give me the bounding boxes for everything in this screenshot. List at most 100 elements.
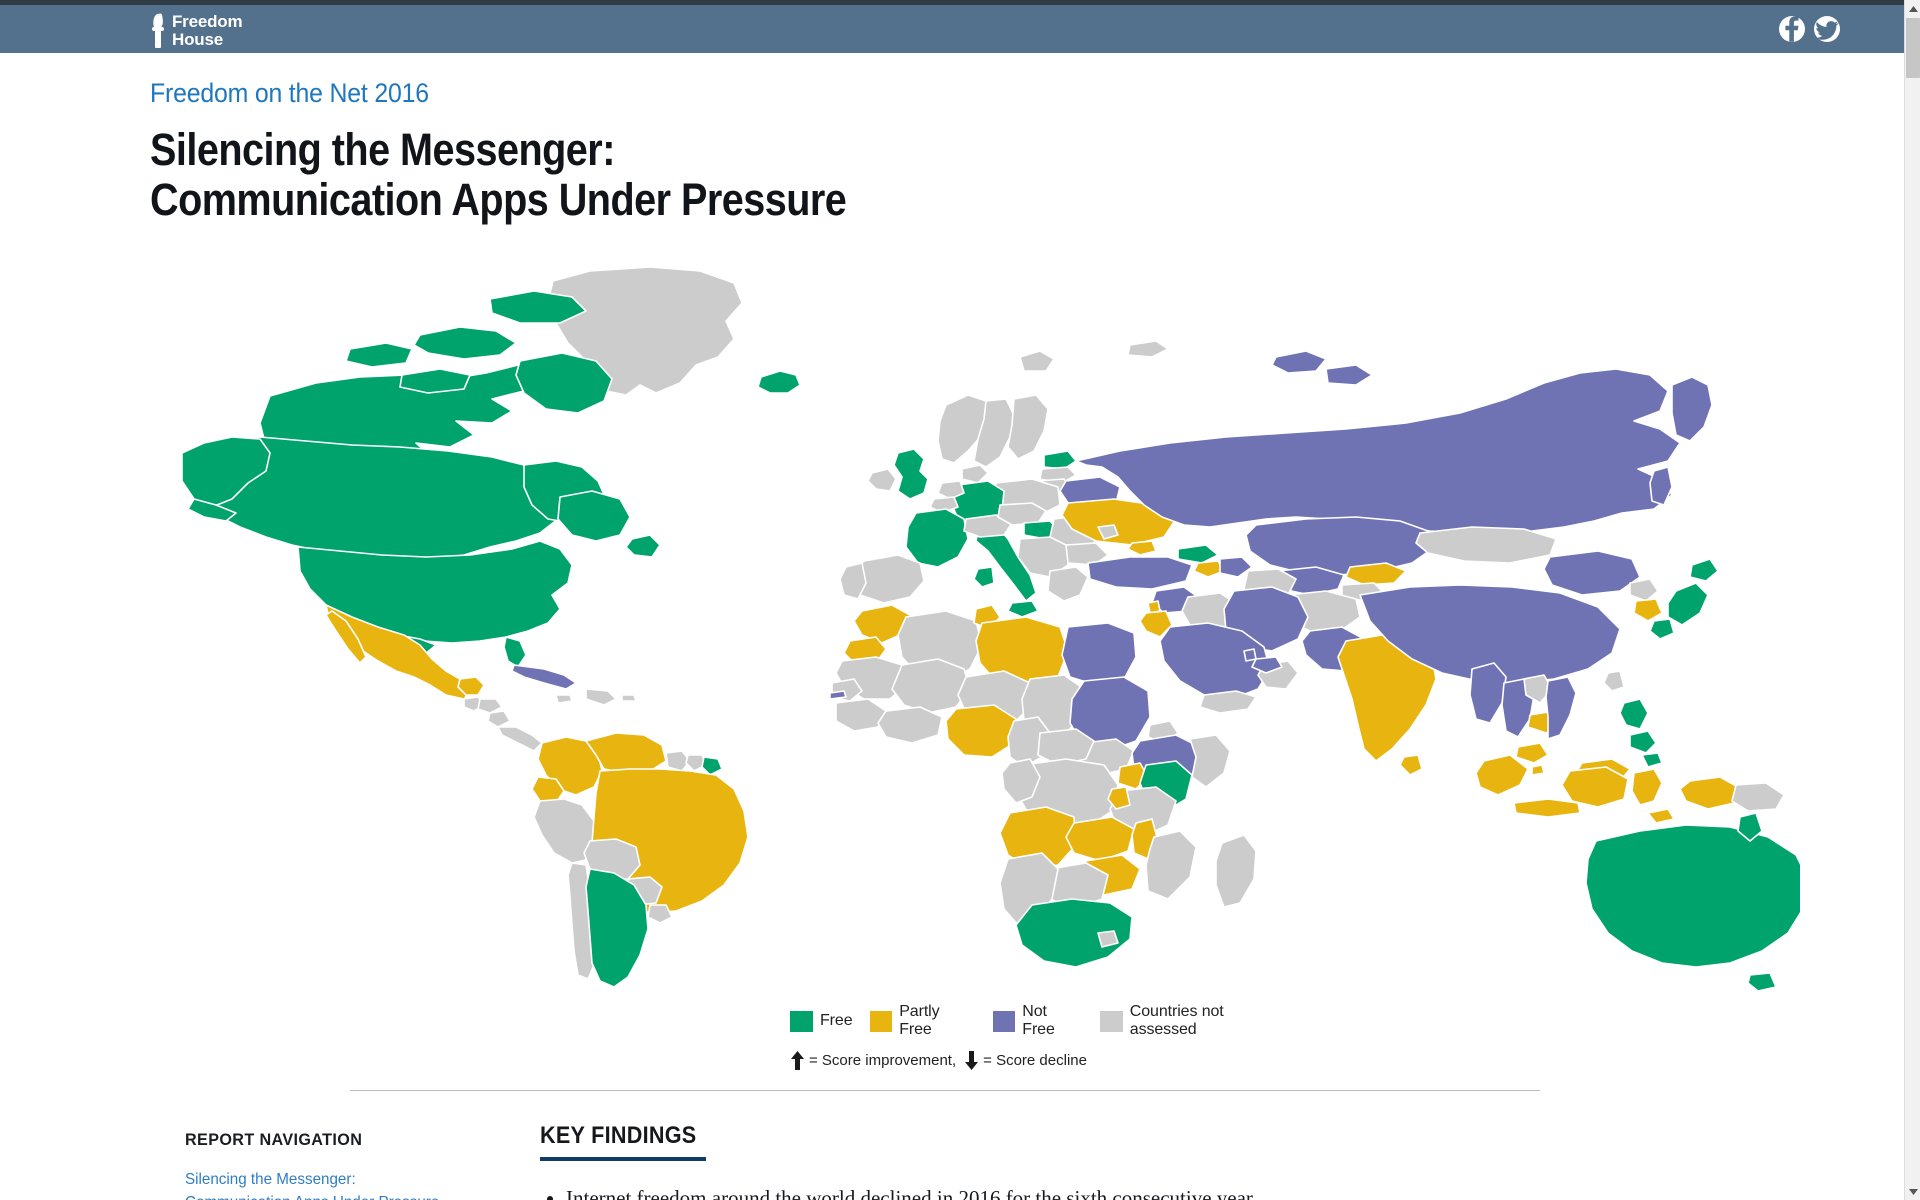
country-french-guiana (701, 756, 723, 776)
country-japan-kyushu (1649, 618, 1675, 640)
key-finding-item: Internet freedom around the world declin… (566, 1183, 1440, 1200)
country-russia-kamchatka (1671, 376, 1713, 442)
torch-icon (150, 13, 166, 48)
country-zambia (1065, 816, 1135, 862)
country-hispaniola (585, 688, 617, 706)
site-header: Freedom House (0, 5, 1904, 53)
legend-swatch-free (790, 1010, 813, 1032)
scrollbar-thumb[interactable] (1906, 18, 1920, 78)
country-taiwan (1603, 670, 1625, 692)
country-yemen (1199, 690, 1257, 714)
social-links (1779, 16, 1840, 42)
country-jamaica (555, 694, 573, 704)
us-florida (503, 636, 527, 668)
logo-line-2: House (172, 29, 223, 49)
country-singapore (1531, 764, 1545, 776)
legend-label-partly-free: Partly Free (899, 1003, 940, 1038)
country-philippines-2 (1629, 730, 1657, 754)
country-sicily (1007, 600, 1039, 618)
country-mongolia (1415, 526, 1557, 564)
country-indonesia-java (1513, 798, 1581, 818)
country-myanmar (1469, 662, 1507, 724)
country-gambia (829, 690, 847, 700)
country-timor (1647, 808, 1675, 824)
country-sardinia (973, 566, 995, 588)
report-navigation-heading: REPORT NAVIGATION (185, 1130, 363, 1149)
country-canada-arctic-2 (345, 342, 413, 368)
page-scrollbar[interactable] (1904, 0, 1920, 1200)
country-mali (891, 658, 971, 714)
legend-improvement-label: = Score improvement, (809, 1052, 957, 1069)
legend-label-not-assessed: Countries not assessed (1129, 1003, 1224, 1038)
page-root: Freedom House Freedom on the Net 2016 Si… (0, 0, 1920, 1200)
country-russia-svalbard (1019, 350, 1055, 372)
country-indonesia-papua (1679, 776, 1739, 810)
logo-text: Freedom House (172, 12, 243, 49)
country-turkey (1087, 556, 1193, 590)
country-philippines-3 (1641, 752, 1663, 768)
freedom-house-logo[interactable]: Freedom House (150, 12, 243, 49)
headline-line-1: Silencing the Messenger: (150, 124, 615, 175)
country-indonesia-borneo (1561, 766, 1629, 808)
country-puerto-rico (621, 694, 637, 702)
country-indonesia-sulawesi (1631, 768, 1663, 806)
legend-decline-label: = Score decline (983, 1052, 1087, 1069)
country-nicaragua (487, 710, 511, 728)
country-greece (1047, 566, 1089, 602)
facebook-icon[interactable] (1779, 16, 1805, 42)
scroll-up-button[interactable] (1905, 0, 1920, 17)
country-madagascar (1215, 834, 1257, 908)
arrow-up-icon (790, 1051, 805, 1070)
key-findings-list: Internet freedom around the world declin… (540, 1183, 1440, 1200)
country-finland (1007, 394, 1049, 460)
report-series-link[interactable]: Freedom on the Net 2016 (150, 78, 429, 109)
country-qatar-bahrain (1243, 648, 1257, 662)
world-map-svg (181, 266, 1800, 992)
country-canada-arctic-1 (413, 326, 517, 360)
nav-link-line-1: Silencing the Messenger: (185, 1171, 356, 1188)
country-indonesia-sumatra (1475, 754, 1529, 796)
legend-swatch-partly-free (869, 1010, 893, 1032)
country-russia-sakhalin (1649, 466, 1673, 506)
country-ivory-coast-ghana (877, 706, 943, 744)
logo-line-1: Freedom (172, 12, 243, 31)
country-georgia (1177, 544, 1219, 564)
country-russia (1075, 368, 1681, 534)
arrow-down-icon (964, 1051, 979, 1070)
headline-line-2: Communication Apps Under Pressure (150, 174, 847, 226)
country-sri-lanka (1399, 754, 1423, 776)
country-united-kingdom (893, 448, 929, 500)
legend-label-free: Free (820, 1012, 853, 1029)
key-findings-underline (540, 1157, 706, 1161)
legend-swatch-not-assessed (1100, 1010, 1123, 1032)
section-divider (350, 1090, 1540, 1091)
country-somalia (1189, 734, 1231, 788)
country-newfoundland (625, 534, 661, 558)
report-navigation: REPORT NAVIGATION Silencing the Messenge… (185, 1130, 485, 1200)
country-tasmania (1747, 972, 1777, 992)
report-navigation-link[interactable]: Silencing the Messenger: Communication A… (185, 1168, 470, 1200)
country-iceland (757, 370, 801, 394)
nav-link-line-2: Communication Apps Under Pressure (185, 1191, 470, 1200)
legend-item-free: Free (790, 1010, 853, 1032)
country-north-korea (1629, 578, 1659, 602)
legend-categories: Free Partly Free Not Free Countries not … (790, 1003, 1310, 1039)
legend-label-not-free: Not Free (1022, 1003, 1055, 1038)
country-japan (1689, 558, 1719, 582)
country-russia-nz-island-1 (1271, 350, 1327, 374)
scroll-down-button[interactable] (1905, 1183, 1920, 1200)
country-china-north (1543, 550, 1641, 596)
key-findings-heading: KEY FINDINGS (540, 1122, 697, 1149)
world-map[interactable] (120, 265, 1800, 995)
country-philippines (1619, 698, 1649, 730)
country-nigeria (945, 704, 1017, 758)
country-ireland (867, 468, 897, 492)
country-kazakhstan (1245, 516, 1433, 576)
country-canada-labrador (557, 490, 631, 542)
country-russia-nz-island-2 (1325, 364, 1373, 386)
country-russia-franz (1127, 340, 1169, 358)
country-cuba (511, 664, 577, 690)
country-australia (1585, 824, 1800, 968)
country-malaysia (1515, 742, 1549, 764)
twitter-icon[interactable] (1814, 16, 1840, 42)
